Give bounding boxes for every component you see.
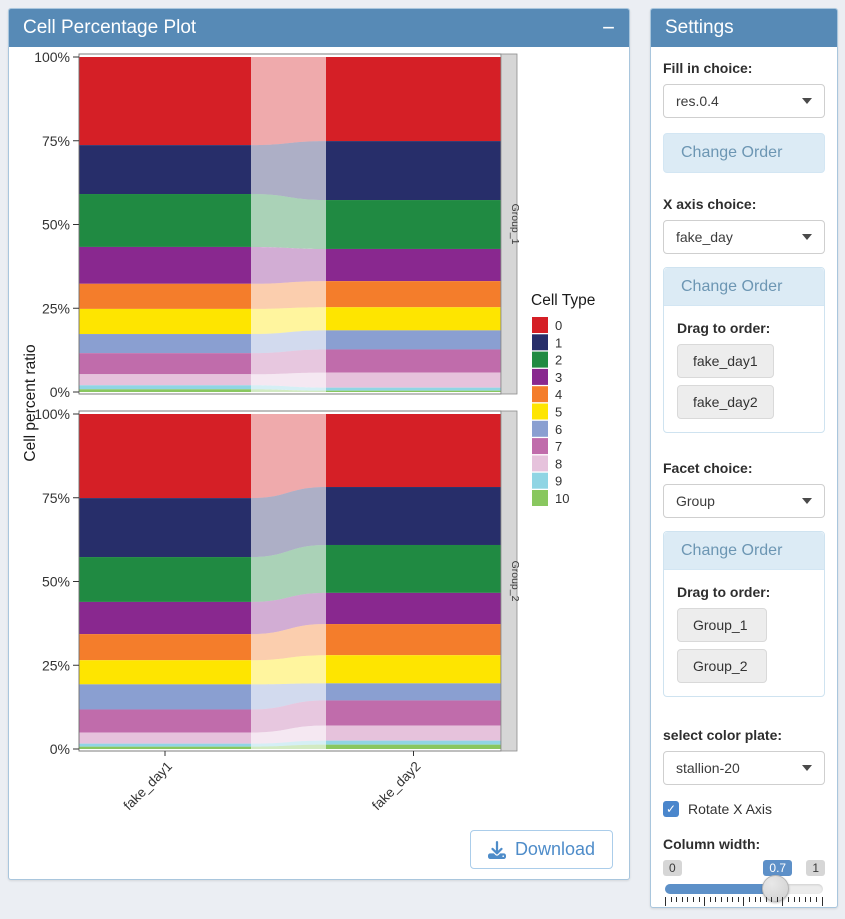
collapse-icon[interactable]: − [602, 19, 615, 37]
chevron-down-icon [802, 498, 812, 504]
facet-choice-select[interactable]: Group [663, 484, 825, 518]
svg-text:75%: 75% [42, 490, 70, 506]
svg-text:3: 3 [555, 370, 562, 385]
download-icon [488, 841, 506, 859]
chevron-down-icon [802, 234, 812, 240]
svg-text:10: 10 [555, 491, 569, 506]
svg-text:Cell Type: Cell Type [531, 292, 595, 309]
settings-box: Settings Fill in choice: res.0.4 Change … [650, 8, 838, 908]
facet-choice-label: Facet choice: [663, 460, 825, 476]
svg-text:fake_day2: fake_day2 [369, 759, 424, 814]
facet-change-order-button[interactable]: Change Order [664, 532, 824, 570]
checkbox-check-icon: ✓ [663, 801, 679, 817]
svg-text:Cell percent ratio: Cell percent ratio [22, 344, 39, 461]
column-width-slider: 0 1 0.7 [663, 860, 825, 906]
svg-text:fake_day1: fake_day1 [120, 759, 175, 814]
rotate-x-axis-checkbox[interactable]: ✓ Rotate X Axis [663, 801, 825, 817]
color-plate-select[interactable]: stallion-20 [663, 751, 825, 785]
drag-item-fake-day2[interactable]: fake_day2 [677, 385, 774, 419]
svg-text:7: 7 [555, 439, 562, 454]
settings-box-title: Settings [665, 17, 734, 39]
svg-text:Group_1: Group_1 [509, 204, 521, 245]
download-button[interactable]: Download [470, 830, 613, 869]
cell-percentage-plot-figure: Group_1100%75%50%25%0%Group_2100%75%50%2… [15, 47, 627, 822]
slider-min-label: 0 [663, 860, 682, 876]
svg-text:8: 8 [555, 456, 562, 471]
fill-choice-label: Fill in choice: [663, 60, 825, 76]
svg-text:100%: 100% [34, 406, 70, 422]
svg-text:75%: 75% [42, 133, 70, 149]
xaxis-order-panel: Change Order Drag to order: fake_day1 fa… [663, 267, 825, 433]
svg-text:0%: 0% [50, 741, 70, 757]
svg-text:9: 9 [555, 474, 562, 489]
svg-text:25%: 25% [42, 657, 70, 673]
column-width-label: Column width: [663, 836, 825, 852]
fill-choice-select[interactable]: res.0.4 [663, 84, 825, 118]
svg-text:50%: 50% [42, 217, 70, 233]
svg-text:5: 5 [555, 405, 562, 420]
slider-fill [665, 884, 776, 894]
plot-box: Cell Percentage Plot − Group_1100%75%50%… [8, 8, 630, 880]
slider-value-label: 0.7 [763, 860, 792, 876]
svg-text:50%: 50% [42, 574, 70, 590]
rotate-x-axis-label: Rotate X Axis [688, 801, 772, 817]
svg-text:0: 0 [555, 318, 562, 333]
svg-text:4: 4 [555, 387, 562, 402]
chevron-down-icon [802, 98, 812, 104]
svg-text:6: 6 [555, 422, 562, 437]
xaxis-choice-label: X axis choice: [663, 196, 825, 212]
chevron-down-icon [802, 765, 812, 771]
color-plate-label: select color plate: [663, 727, 825, 743]
drag-to-order-label: Drag to order: [677, 584, 811, 600]
drag-item-group-2[interactable]: Group_2 [677, 649, 767, 683]
fill-choice-value: res.0.4 [676, 93, 719, 109]
svg-text:100%: 100% [34, 49, 70, 65]
facet-choice-value: Group [676, 493, 715, 509]
svg-text:0%: 0% [50, 384, 70, 400]
xaxis-change-order-button[interactable]: Change Order [664, 268, 824, 306]
drag-item-fake-day1[interactable]: fake_day1 [677, 344, 774, 378]
download-button-label: Download [515, 839, 595, 860]
settings-box-header: Settings [651, 9, 837, 47]
slider-ruler [665, 897, 823, 906]
color-plate-value: stallion-20 [676, 760, 740, 776]
svg-text:2: 2 [555, 353, 562, 368]
xaxis-choice-select[interactable]: fake_day [663, 220, 825, 254]
plot-box-header: Cell Percentage Plot − [9, 9, 629, 47]
facet-order-panel: Change Order Drag to order: Group_1 Grou… [663, 531, 825, 697]
svg-text:Group_2: Group_2 [509, 561, 521, 602]
svg-text:1: 1 [555, 335, 562, 350]
drag-item-group-1[interactable]: Group_1 [677, 608, 767, 642]
drag-to-order-label: Drag to order: [677, 320, 811, 336]
xaxis-choice-value: fake_day [676, 229, 733, 245]
svg-text:25%: 25% [42, 300, 70, 316]
slider-max-label: 1 [806, 860, 825, 876]
plot-box-title: Cell Percentage Plot [23, 17, 196, 39]
slider-track[interactable] [665, 884, 823, 894]
fill-change-order-button[interactable]: Change Order [663, 133, 825, 173]
